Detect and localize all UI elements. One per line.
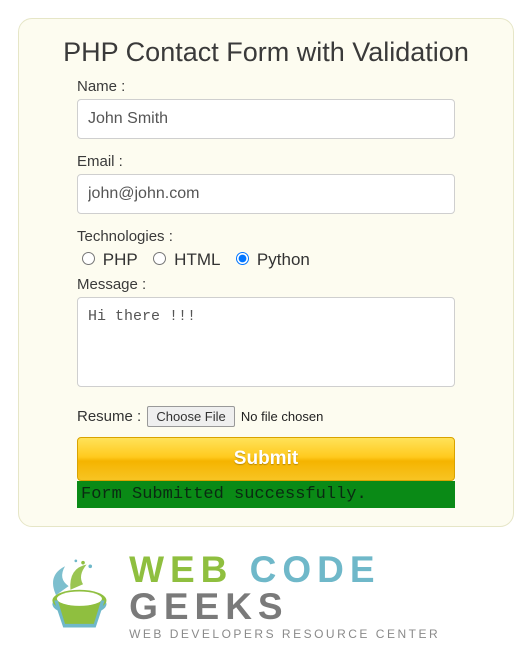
tech-label-python: Python (257, 250, 310, 269)
contact-form-card: PHP Contact Form with Validation Name : … (18, 18, 514, 527)
brand-word-web: WEB (129, 549, 233, 590)
brand-logo: WEB CODE GEEKS WEB DEVELOPERS RESOURCE C… (38, 551, 514, 641)
message-label: Message : (77, 276, 455, 293)
technologies-label: Technologies : (77, 228, 455, 245)
message-input[interactable]: Hi there !!! (77, 297, 455, 387)
form-body: Name : Email : Technologies : PHP HTML P… (39, 78, 493, 508)
form-title: PHP Contact Form with Validation (39, 37, 493, 68)
brand-text: WEB CODE GEEKS WEB DEVELOPERS RESOURCE C… (129, 551, 514, 641)
brand-mark-icon (38, 553, 119, 639)
file-status: No file chosen (241, 409, 323, 424)
choose-file-button[interactable]: Choose File (147, 406, 234, 427)
name-label: Name : (77, 78, 455, 95)
email-input[interactable] (77, 174, 455, 214)
tech-label-html: HTML (174, 250, 220, 269)
submit-button[interactable]: Submit (77, 437, 455, 481)
brand-word-code: CODE (250, 549, 381, 590)
tech-radio-python[interactable] (236, 252, 249, 265)
success-message: Form Submitted successfully. (77, 481, 455, 508)
resume-label: Resume : (77, 408, 141, 425)
brand-name: WEB CODE GEEKS (129, 551, 514, 625)
tech-radio-html[interactable] (153, 252, 166, 265)
tech-label-php: PHP (103, 250, 138, 269)
name-input[interactable] (77, 99, 455, 139)
resume-row: Resume : Choose File No file chosen (77, 406, 455, 427)
tech-radio-php[interactable] (82, 252, 95, 265)
technologies-row: PHP HTML Python (77, 249, 455, 270)
email-label: Email : (77, 153, 455, 170)
brand-word-geeks: GEEKS (129, 586, 289, 627)
brand-tagline: WEB DEVELOPERS RESOURCE CENTER (129, 627, 514, 641)
